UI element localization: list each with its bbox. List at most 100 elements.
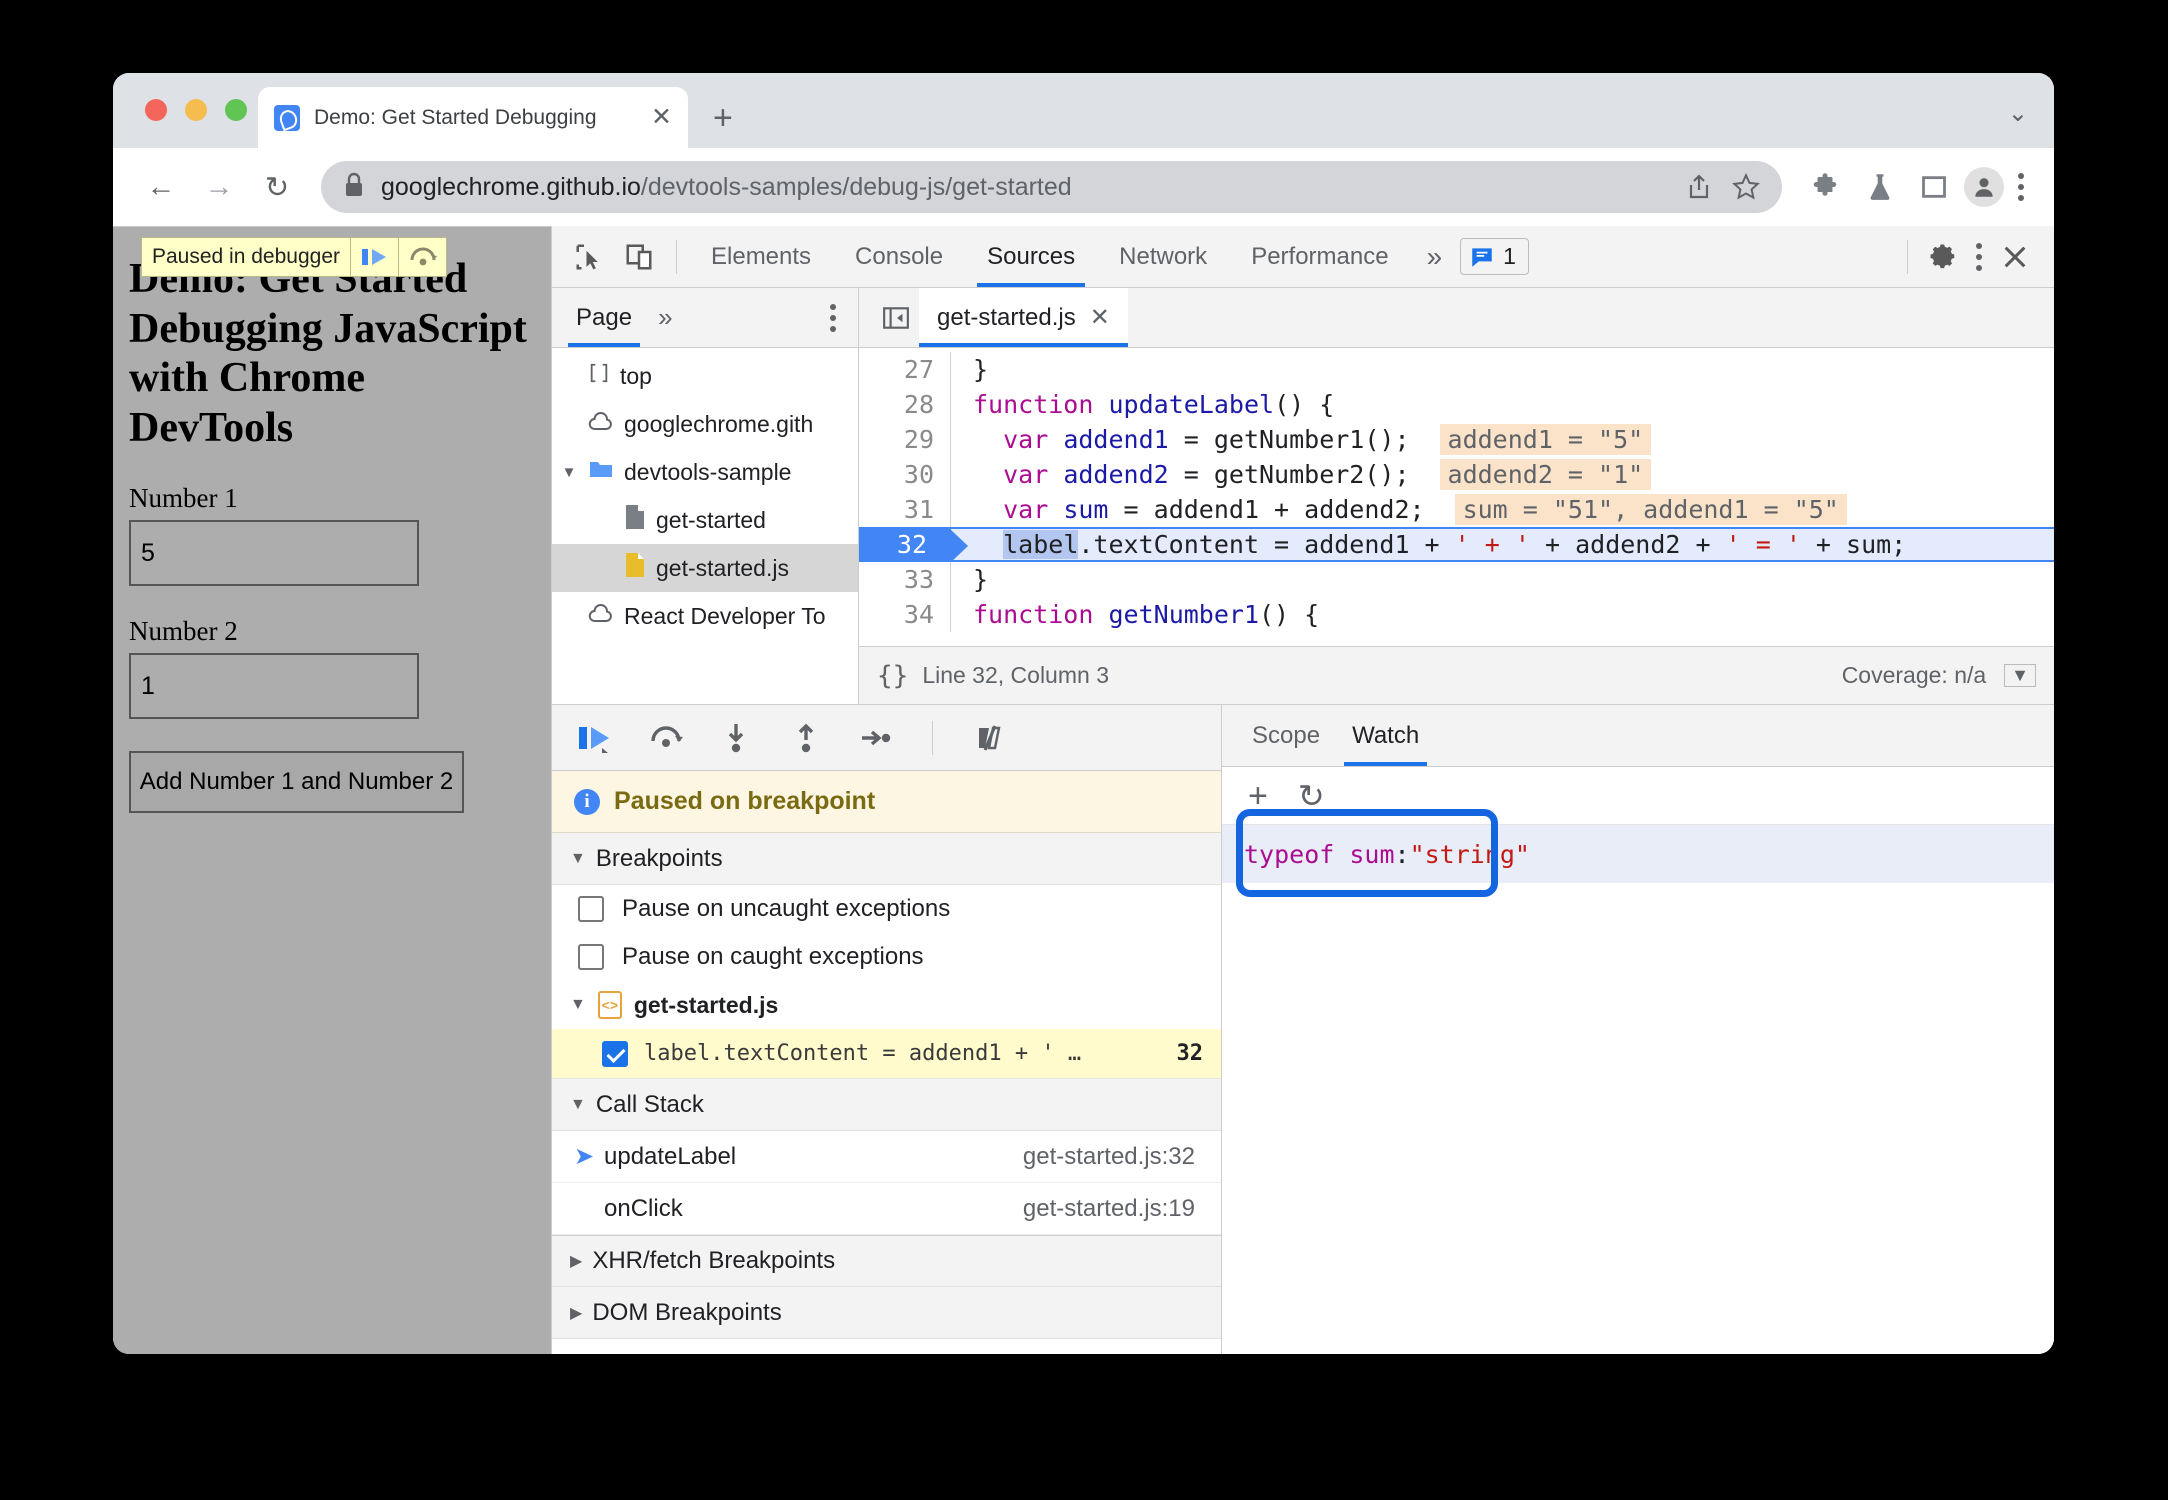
step-over-icon[interactable] (642, 714, 690, 762)
navigator-tab-page[interactable]: Page (568, 289, 641, 347)
pause-uncaught-row[interactable]: Pause on uncaught exceptions (552, 885, 1221, 933)
sidepanel-icon[interactable] (1910, 173, 1958, 201)
close-devtools-icon[interactable] (1992, 234, 2038, 280)
pause-caught-row[interactable]: Pause on caught exceptions (552, 933, 1221, 981)
callstack-row-onclick[interactable]: onClick get-started.js:19 (552, 1183, 1221, 1235)
maximize-window-button[interactable] (225, 99, 247, 121)
show-drawer-icon[interactable]: ▼ (2004, 664, 2036, 687)
refresh-watch-icon[interactable]: ↻ (1298, 780, 1325, 812)
editor-tab-get-started-js[interactable]: get-started.js ✕ (919, 288, 1128, 347)
settings-gear-icon[interactable] (1920, 234, 1966, 280)
browser-menu-icon[interactable] (2010, 173, 2032, 201)
tab-elements[interactable]: Elements (691, 227, 831, 287)
number1-input[interactable] (129, 520, 419, 587)
flask-icon[interactable] (1856, 172, 1904, 202)
browser-tab[interactable]: Demo: Get Started Debugging ✕ (258, 87, 688, 148)
navigator-tabbar: Page » (552, 288, 858, 348)
minimize-window-button[interactable] (185, 99, 207, 121)
code-line[interactable]: 33 } (859, 562, 2054, 597)
format-code-icon[interactable]: {} (877, 661, 908, 691)
line-text: function getNumber1() { (973, 600, 1320, 629)
pause-uncaught-checkbox[interactable] (578, 896, 604, 922)
callstack-row-updatelabel[interactable]: ➤ updateLabel get-started.js:32 (552, 1131, 1221, 1183)
add-numbers-button[interactable]: Add Number 1 and Number 2 (129, 751, 464, 814)
callstack-location: get-started.js:32 (1022, 1142, 1195, 1170)
code-line[interactable]: 28 function updateLabel() { (859, 387, 2054, 422)
close-window-button[interactable] (145, 99, 167, 121)
issues-counter-button[interactable]: 1 (1460, 238, 1529, 275)
twisty-expanded[interactable]: ▼ (570, 850, 586, 868)
breakpoint-file-group[interactable]: ▼ <> get-started.js (552, 981, 1221, 1029)
reload-icon[interactable]: ↻ (251, 161, 303, 213)
resume-script-icon[interactable] (572, 714, 620, 762)
number2-input[interactable] (129, 653, 419, 720)
breakpoint-enabled-checkbox[interactable] (602, 1040, 628, 1067)
more-navigator-tabs-icon[interactable]: » (658, 302, 672, 333)
step-icon[interactable] (852, 714, 900, 762)
tab-watch[interactable]: Watch (1344, 706, 1428, 766)
line-text: label.textContent = addend1 + ' + ' + ad… (1003, 530, 1907, 559)
extensions-icon[interactable] (1800, 172, 1850, 202)
debugger-sidebar: i Paused on breakpoint ▼ Breakpoints Pau… (552, 705, 1222, 1354)
code-line[interactable]: 27 } (859, 352, 2054, 387)
code-line[interactable]: 30 var addend2 = getNumber2(); addend2 =… (859, 457, 2054, 492)
close-icon[interactable]: ✕ (651, 105, 672, 130)
step-out-icon[interactable] (782, 714, 830, 762)
new-tab-button[interactable]: + (713, 101, 733, 135)
forward-icon[interactable]: → (193, 161, 245, 213)
code-line[interactable]: 29 var addend1 = getNumber1(); addend1 =… (859, 422, 2054, 457)
more-tabs-icon[interactable]: » (1413, 241, 1457, 273)
tree-item-get-started[interactable]: get-started (552, 496, 858, 544)
tab-performance[interactable]: Performance (1231, 227, 1408, 287)
add-watch-expression-icon[interactable]: + (1248, 779, 1268, 813)
dom-breakpoints-section-header[interactable]: ▶ DOM Breakpoints (552, 1287, 1221, 1339)
tree-item-get-started-js[interactable]: get-started.js (552, 544, 858, 592)
line-number: 29 (859, 422, 951, 457)
twisty-collapsed[interactable]: ▶ (570, 1303, 582, 1323)
code-line[interactable]: 31 var sum = addend1 + addend2; sum = "5… (859, 492, 2054, 527)
inspect-element-icon[interactable] (566, 234, 612, 280)
tab-scope[interactable]: Scope (1244, 706, 1328, 766)
twisty-collapsed[interactable]: ▶ (570, 1251, 582, 1271)
device-toolbar-icon[interactable] (616, 234, 662, 280)
star-icon[interactable] (1732, 173, 1760, 201)
back-icon[interactable]: ← (135, 161, 187, 213)
twisty-expanded[interactable]: ▼ (560, 464, 578, 481)
resume-icon[interactable] (350, 238, 398, 276)
close-icon[interactable]: ✕ (1090, 303, 1110, 332)
pause-caught-checkbox[interactable] (578, 944, 604, 970)
twisty-expanded[interactable]: ▼ (570, 996, 586, 1014)
tree-item-react-devtools[interactable]: React Developer To (552, 592, 858, 640)
show-navigator-icon[interactable] (873, 295, 919, 341)
sources-panel: Page » top googlechrome.gith ▼ devtools-… (552, 288, 2054, 1354)
page-title: Demo: Get Started Debugging JavaScript w… (129, 256, 527, 451)
tab-network[interactable]: Network (1099, 227, 1227, 287)
tree-item-label: get-started.js (656, 554, 789, 581)
lock-icon (343, 172, 365, 203)
code-lines[interactable]: 27 } 28 function updateLabel() { 29 var … (859, 348, 2054, 646)
tree-item-top[interactable]: top (552, 352, 858, 400)
breakpoint-item[interactable]: label.textContent = addend1 + ' … 32 (552, 1029, 1221, 1079)
folder-icon (588, 458, 614, 486)
tab-console[interactable]: Console (835, 227, 963, 287)
twisty-expanded[interactable]: ▼ (570, 1096, 586, 1114)
share-icon[interactable] (1686, 173, 1712, 201)
deactivate-breakpoints-icon[interactable] (965, 714, 1013, 762)
breakpoints-section-header[interactable]: ▼ Breakpoints (552, 833, 1221, 885)
callstack-section-header[interactable]: ▼ Call Stack (552, 1079, 1221, 1131)
devtools-menu-icon[interactable] (1968, 242, 1990, 271)
watch-expression-row[interactable]: typeof sum: "string" (1222, 825, 2054, 883)
tab-sources[interactable]: Sources (967, 227, 1095, 287)
code-line-current[interactable]: 32 label.textContent = addend1 + ' + ' +… (859, 527, 2054, 563)
navigator-menu-icon[interactable] (822, 303, 844, 332)
tree-item-folder[interactable]: ▼ devtools-sample (552, 448, 858, 496)
xhr-breakpoints-section-header[interactable]: ▶ XHR/fetch Breakpoints (552, 1235, 1221, 1287)
chevron-down-icon[interactable]: ⌄ (2008, 99, 2028, 128)
step-into-icon[interactable] (712, 714, 760, 762)
info-icon: i (574, 788, 600, 815)
step-over-icon[interactable] (398, 238, 446, 276)
tree-item-domain[interactable]: googlechrome.gith (552, 400, 858, 448)
profile-icon[interactable] (1964, 167, 2004, 207)
address-bar[interactable]: googlechrome.github.io/devtools-samples/… (321, 161, 1782, 213)
code-line[interactable]: 34 function getNumber1() { (859, 597, 2054, 632)
